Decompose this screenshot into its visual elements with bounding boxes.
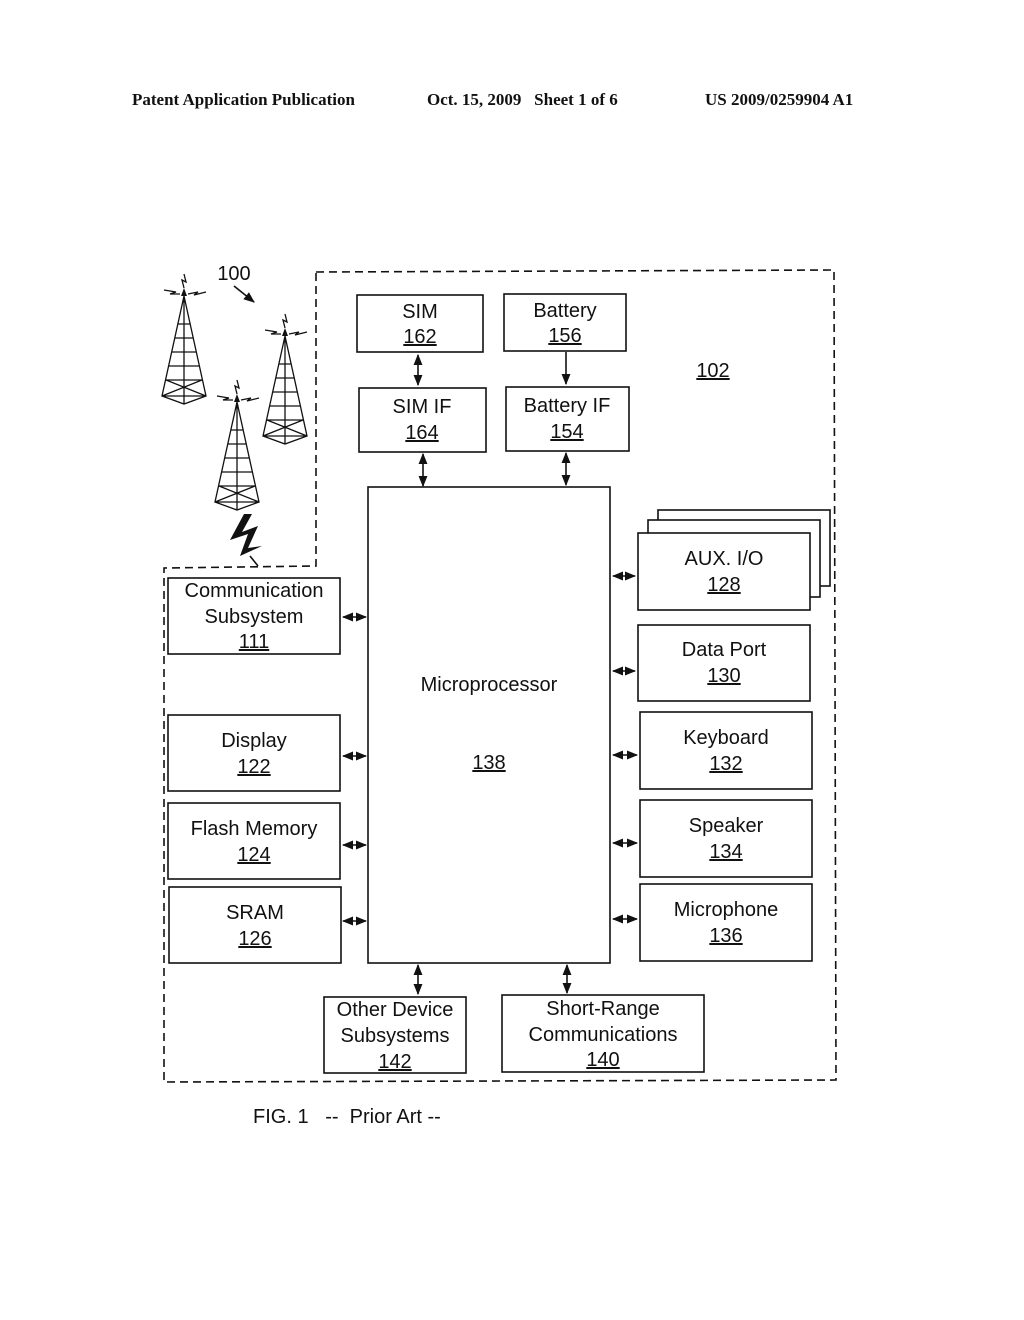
data-port-block — [637, 624, 811, 702]
keyboard-name: Keyboard — [683, 727, 769, 749]
microphone-name: Microphone — [674, 899, 779, 921]
microprocessor-block — [367, 486, 611, 964]
sram-ref: 126 — [238, 928, 271, 950]
comm-name-1: Communication — [185, 580, 324, 602]
sim-name: SIM — [402, 301, 438, 323]
cell-tower-icon — [262, 313, 308, 445]
comm-ref: 111 — [239, 631, 269, 653]
speaker-name: Speaker — [689, 815, 764, 837]
aux-name: AUX. I/O — [685, 548, 764, 570]
sim-ref: 162 — [403, 326, 436, 348]
keyboard-ref: 132 — [709, 753, 742, 775]
network-label: 100 — [217, 263, 250, 285]
flash-ref: 124 — [237, 844, 270, 866]
microphone-ref: 136 — [709, 925, 742, 947]
battery-ref: 156 — [548, 325, 581, 347]
display-name: Display — [221, 730, 287, 752]
comm-name-2: Subsystem — [205, 606, 304, 628]
speaker-block — [639, 799, 813, 878]
speaker-ref: 134 — [709, 841, 742, 863]
other-ref: 142 — [378, 1051, 411, 1073]
flash-name: Flash Memory — [191, 818, 318, 840]
battery-if-name: Battery IF — [524, 395, 611, 417]
microphone-block — [639, 883, 813, 962]
battery-if-ref: 154 — [550, 421, 583, 443]
wireless-signal-icon — [230, 514, 262, 556]
device-label: 102 — [696, 360, 729, 382]
other-name-1: Other Device — [337, 999, 454, 1021]
microprocessor-name: Microprocessor — [421, 674, 558, 696]
shortrange-name-2: Communications — [529, 1024, 678, 1046]
shortrange-ref: 140 — [586, 1049, 619, 1071]
sram-block — [168, 886, 342, 964]
block-diagram: 100 102 SIM 162 Battery 156 SIM IF 164 B… — [161, 263, 837, 1083]
flash-memory-block — [167, 802, 341, 880]
aux-ref: 128 — [707, 574, 740, 596]
microprocessor-ref: 138 — [472, 752, 505, 774]
shortrange-name-1: Short-Range — [546, 998, 659, 1020]
keyboard-block — [639, 711, 813, 790]
dataport-name: Data Port — [682, 639, 767, 661]
cell-tower-icon — [214, 379, 260, 511]
other-name-2: Subsystems — [341, 1025, 450, 1047]
battery-name: Battery — [533, 300, 596, 322]
sim-if-name: SIM IF — [393, 396, 452, 418]
display-ref: 122 — [237, 756, 270, 778]
dataport-ref: 130 — [707, 665, 740, 687]
sram-name: SRAM — [226, 902, 284, 924]
sim-if-ref: 164 — [405, 422, 438, 444]
aux-io-block — [637, 532, 811, 611]
cell-tower-icon — [161, 273, 207, 405]
display-block — [167, 714, 341, 792]
figure-caption: FIG. 1 -- Prior Art -- — [253, 1106, 441, 1128]
